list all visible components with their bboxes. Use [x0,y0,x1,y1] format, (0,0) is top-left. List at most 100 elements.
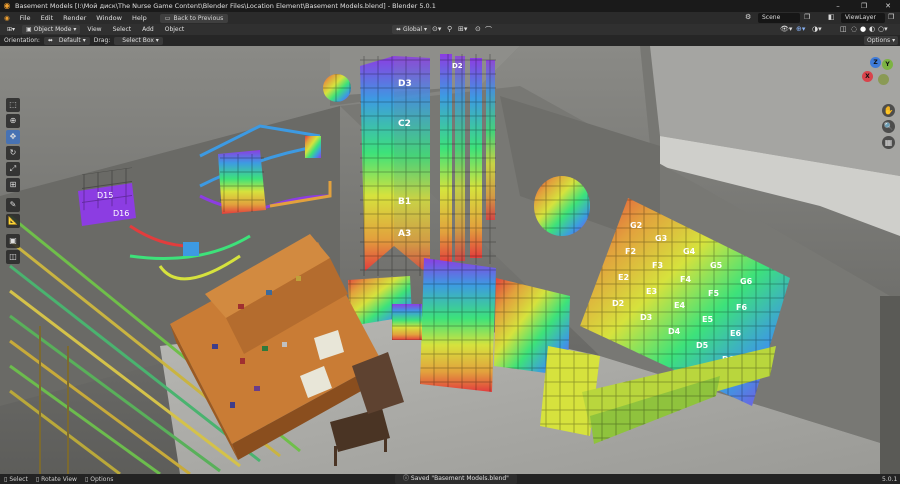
add-cube-tool-icon[interactable]: ▣ [6,234,20,248]
3d-viewport[interactable]: D15 D16 D3 C2 B1 A3 D2 G2 G3 G4 G5 G6 F2… [0,46,900,474]
overlay-toggle-icon[interactable]: ◑▾ [812,25,822,33]
pillar-label-c2: C2 [398,119,411,129]
visibility-icon[interactable]: 👁▾ [780,25,792,33]
add-object-tool-icon[interactable]: ◫ [6,250,20,264]
transform-orientation-dropdown[interactable]: ⬌ Global ▾ [392,25,431,34]
mouse-left-icon: ▯ [4,475,8,483]
minimize-button[interactable]: – [826,0,850,12]
screen-icon: ▭ [164,14,171,22]
proportional-edit-icon[interactable]: ⊙ [475,25,481,33]
x-axis-icon[interactable]: X [862,71,873,82]
pillar-label-d3: D3 [398,79,412,89]
annotate-tool-icon[interactable]: ✎ [6,198,20,212]
viewlayer-field[interactable]: ViewLayer [841,13,885,23]
label-d16: D16 [113,209,129,218]
cursor-tool-icon[interactable]: ⊕ [6,114,20,128]
camera-view-icon[interactable]: ▦ [882,136,895,149]
back-to-previous-label: Back to Previous [173,14,224,22]
scale-tool-icon[interactable]: ⤢ [6,162,20,176]
shading-material-icon[interactable]: ◐ [869,25,875,33]
negative-y-axis-icon[interactable] [878,74,889,85]
label-g6: G6 [740,277,753,286]
tool-settings-bar: Orientation: ⬌ Default ▾ Drag: Select Bo… [0,35,900,46]
rotate-tool-icon[interactable]: ↻ [6,146,20,160]
snap-target-icon[interactable]: ⊞▾ [458,25,467,33]
move-tool-icon[interactable]: ✥ [6,130,20,144]
blender-logo-icon: ◉ [3,1,11,10]
blender-menu-icon[interactable]: ◉ [0,12,15,24]
drag-dropdown[interactable]: Select Box ▾ [114,36,163,45]
label-d5: D5 [696,341,709,350]
y-axis-icon[interactable]: Y [882,59,893,70]
title-bar: ◉ Basement Models [I:\Мой диск\The Nurse… [0,0,900,12]
menu-object[interactable]: Object [161,25,189,34]
window-title: Basement Models [I:\Мой диск\The Nurse G… [15,2,436,10]
menu-add[interactable]: Add [138,25,158,34]
label-e2: E2 [618,273,629,282]
pillar-thin: D2 [440,54,496,264]
shading-rendered-icon[interactable]: ○▾ [878,25,888,33]
zoom-icon[interactable]: 🔍 [882,120,895,133]
menu-file[interactable]: File [15,12,36,24]
gizmo-toggle-icon[interactable]: ⊕▾ [796,25,805,33]
mouse-middle-icon: ▯ [35,475,40,483]
small-box-2 [183,242,199,256]
drag-label: Drag: [93,37,111,44]
shading-wireframe-icon[interactable]: ◌ [851,25,857,33]
saved-notification: ⓘ Saved "Basement Models.blend" [395,474,517,484]
snap-icon[interactable]: ⚲ [447,25,452,33]
orientation-label: Orientation: [4,37,40,44]
options-dropdown[interactable]: Options ▾ [864,36,899,45]
tool-shelf: ⬚ ⊕ ✥ ↻ ⤢ ⊞ ✎ 📐 ▣ ◫ [6,98,20,264]
label-f6: F6 [736,303,747,312]
label-g3: G3 [655,234,667,243]
options-label: Options [867,37,891,44]
mode-label: Object Mode [33,26,72,33]
menu-view[interactable]: View [83,25,105,34]
xray-icon[interactable]: ◫ [840,25,847,33]
menu-help[interactable]: Help [127,12,152,24]
mouse-right-icon: ▯ [84,475,89,483]
label-f2: F2 [625,247,636,256]
menu-edit[interactable]: Edit [36,12,59,24]
pivot-icon[interactable]: ⊙▾ [432,25,441,33]
select-tool-icon[interactable]: ⬚ [6,98,20,112]
label-g2: G2 [630,221,642,230]
editor-type-icon[interactable]: ⊞▾ [3,25,19,34]
transform-tool-icon[interactable]: ⊞ [6,178,20,192]
label-f3: F3 [652,261,663,270]
close-button[interactable]: ✕ [876,0,900,12]
label-g4: G4 [683,247,696,256]
small-box [305,136,321,158]
label-e3: E3 [646,287,657,296]
saved-message: Saved "Basement Models.blend" [410,475,509,482]
status-select: Select [9,475,28,483]
label-e4: E4 [674,301,685,310]
scene-field[interactable]: Scene [758,13,800,23]
label-d4: D4 [668,327,681,336]
info-icon: ⓘ [403,475,411,482]
scene-icon[interactable]: ⚙ [745,13,751,21]
new-viewlayer-icon[interactable]: ❐ [888,13,894,21]
viewlayer-icon[interactable]: ◧ [828,13,835,21]
falloff-icon[interactable]: ⌒ [485,25,492,35]
menu-window[interactable]: Window [91,12,127,24]
maximize-button[interactable]: ❐ [852,0,876,12]
back-to-previous-button[interactable]: ▭ Back to Previous [159,13,229,23]
status-options: Options [90,475,114,483]
measure-tool-icon[interactable]: 📐 [6,214,20,228]
menu-render[interactable]: Render [58,12,91,24]
z-axis-icon[interactable]: Z [870,57,881,68]
drag-value: Select Box [122,36,154,44]
new-scene-icon[interactable]: ❐ [804,13,810,21]
shading-solid-icon[interactable]: ● [860,25,866,33]
pillar-label-a3: A3 [398,229,411,239]
orientation-dropdown[interactable]: ⬌ Default ▾ [43,36,90,45]
pillar-main: D3 C2 B1 A3 [360,56,430,276]
pan-hand-icon[interactable]: ✋ [882,104,895,117]
label-d15: D15 [97,191,113,200]
mode-selector[interactable]: ▣ Object Mode ▾ [22,25,81,34]
label-e6: E6 [730,329,741,338]
menu-select[interactable]: Select [109,25,136,34]
pillar-label-d2: D2 [452,62,463,70]
